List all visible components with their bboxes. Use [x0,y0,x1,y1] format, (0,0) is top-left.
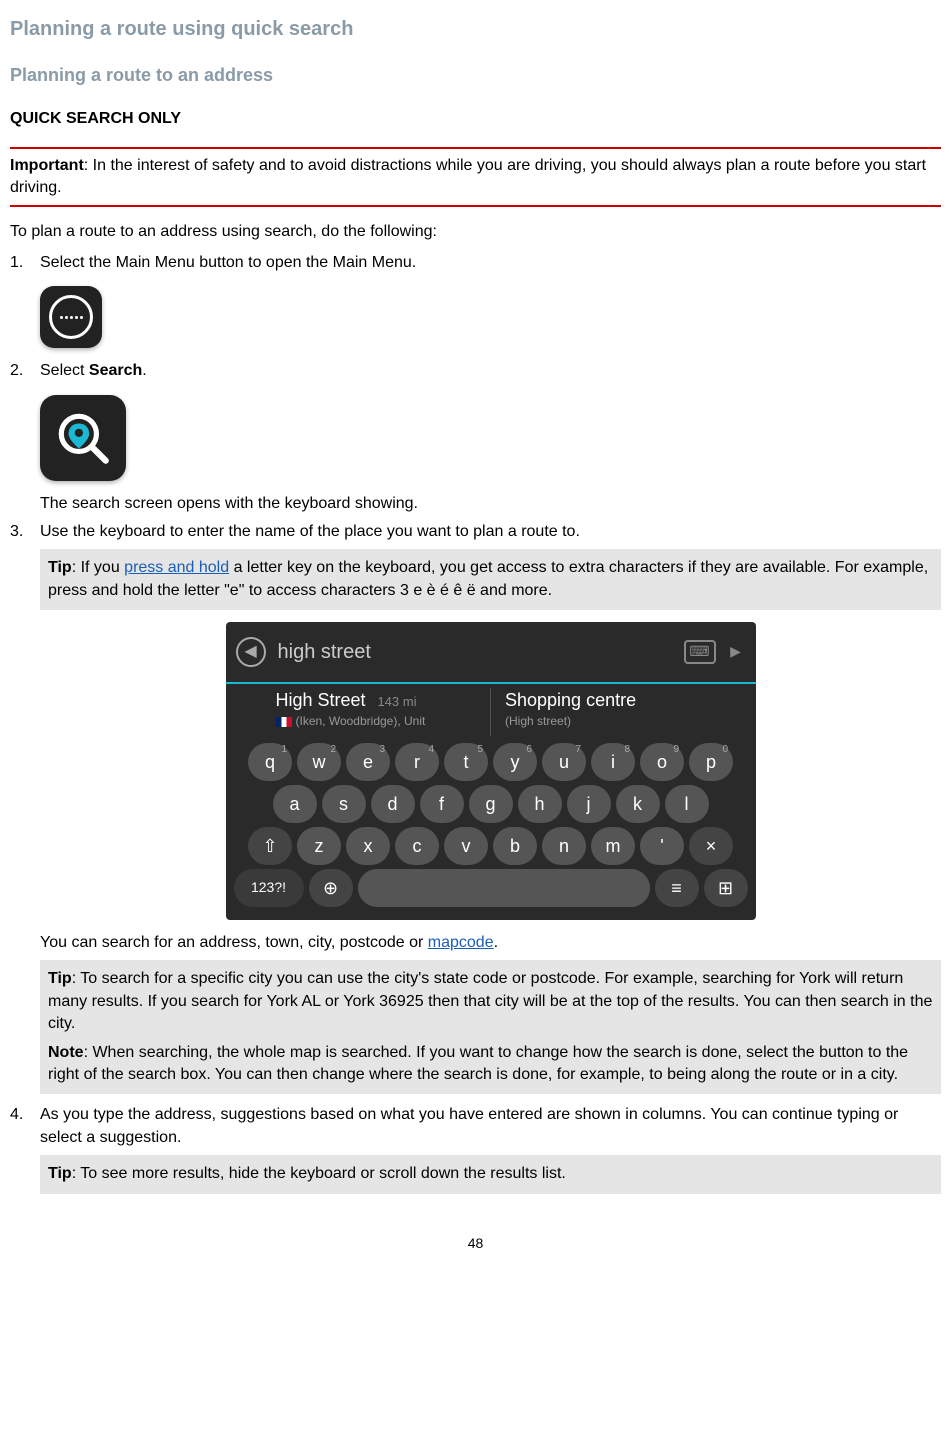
key-u: u7 [542,743,586,781]
flag-icon [276,717,292,727]
done-icon: ⊞ [704,869,748,907]
step-2-after: The search screen opens with the keyboar… [40,493,941,515]
key-o: o9 [640,743,684,781]
mapcode-link[interactable]: mapcode [428,934,494,951]
key-d: d [371,785,415,823]
step-1: Select the Main Menu button to open the … [10,252,941,348]
result2-sub: (High street) [505,713,706,730]
important-label: Important [10,157,84,174]
keyboard-screenshot: ◀ high street ⌨ ▶ High Street 143 mi (Ik… [226,622,756,920]
key-z: z [297,827,341,865]
tip-box-1: Tip: If you press and hold a letter key … [40,549,941,610]
keyboard-keys: q1w2e3r4t5y6u7i8o9p0 asdfghjkl ⇧zxcvbnm'… [226,740,756,914]
heading-level-1: Planning a route using quick search [10,15,941,43]
key-p: p0 [689,743,733,781]
key-t: t5 [444,743,488,781]
tip1-prefix: : If you [72,559,124,576]
step-3-after-prefix: You can search for an address, town, cit… [40,934,428,951]
result1-title: High Street [276,690,366,710]
keyboard-toggle-icon: ⌨ [684,640,716,664]
search-icon [40,395,126,481]
result1-unit: mi [403,694,417,709]
result1-sub: (Iken, Woodbridge), Unit [296,714,426,728]
result1-distance: 143 [377,694,399,709]
tip2-text: : To search for a specific city you can … [48,970,932,1032]
globe-icon: ⊕ [309,869,353,907]
heading-level-3: QUICK SEARCH ONLY [10,108,941,130]
steps-list: Select the Main Menu button to open the … [10,252,941,1194]
key-j: j [567,785,611,823]
page-number: 48 [10,1234,941,1254]
key-b: b [493,827,537,865]
step-4-text: As you type the address, suggestions bas… [40,1104,941,1149]
step-2-bold: Search [89,362,142,379]
tip-label: Tip [48,970,72,987]
main-menu-icon [40,286,102,348]
intro-text: To plan a route to an address using sear… [10,221,941,243]
result-column-1: High Street 143 mi (Iken, Woodbridge), U… [276,688,477,736]
key-g: g [469,785,513,823]
step-2: Select Search. The search screen opens w… [10,360,941,515]
space-key [358,869,650,907]
search-input-value: high street [278,638,674,666]
arrow-right-icon: ▶ [726,640,746,664]
key-f: f [420,785,464,823]
step-3-text: Use the keyboard to enter the name of th… [40,521,941,543]
step-2-prefix: Select [40,362,89,379]
key-n: n [542,827,586,865]
mode-key: 123?! [234,869,304,907]
tip-box-3: Tip: To see more results, hide the keybo… [40,1155,941,1193]
note-label: Note [48,1044,84,1061]
step-3-after-suffix: . [494,934,498,951]
step-2-suffix: . [142,362,146,379]
step-1-text: Select the Main Menu button to open the … [40,252,941,274]
key-m: m [591,827,635,865]
tip3-text: : To see more results, hide the keyboard… [72,1165,566,1182]
tip-label: Tip [48,1165,72,1182]
key-s: s [322,785,366,823]
heading-level-2: Planning a route to an address [10,63,941,88]
tip-label: Tip [48,559,72,576]
result-column-2: Shopping centre (High street) [505,688,706,736]
key-v: v [444,827,488,865]
note2-text: : When searching, the whole map is searc… [48,1044,908,1083]
key-h: h [518,785,562,823]
key-w: w2 [297,743,341,781]
shift-key: ⇧ [248,827,292,865]
step-4: As you type the address, suggestions bas… [10,1104,941,1193]
key-y: y6 [493,743,537,781]
key-i: i8 [591,743,635,781]
important-callout: Important: In the interest of safety and… [10,147,941,208]
key-a: a [273,785,317,823]
key-k: k [616,785,660,823]
key-l: l [665,785,709,823]
key-r: r4 [395,743,439,781]
tip-box-2: Tip: To search for a specific city you c… [40,960,941,1094]
delete-key: × [689,827,733,865]
step-3: Use the keyboard to enter the name of th… [10,521,941,1095]
menu-icon: ≡ [655,869,699,907]
key-x: x [346,827,390,865]
important-text: : In the interest of safety and to avoid… [10,157,926,196]
back-icon: ◀ [236,637,266,667]
key-e: e3 [346,743,390,781]
press-and-hold-link[interactable]: press and hold [124,559,229,576]
key-c: c [395,827,439,865]
key-q: q1 [248,743,292,781]
result2-title: Shopping centre [505,688,706,713]
key-': ' [640,827,684,865]
